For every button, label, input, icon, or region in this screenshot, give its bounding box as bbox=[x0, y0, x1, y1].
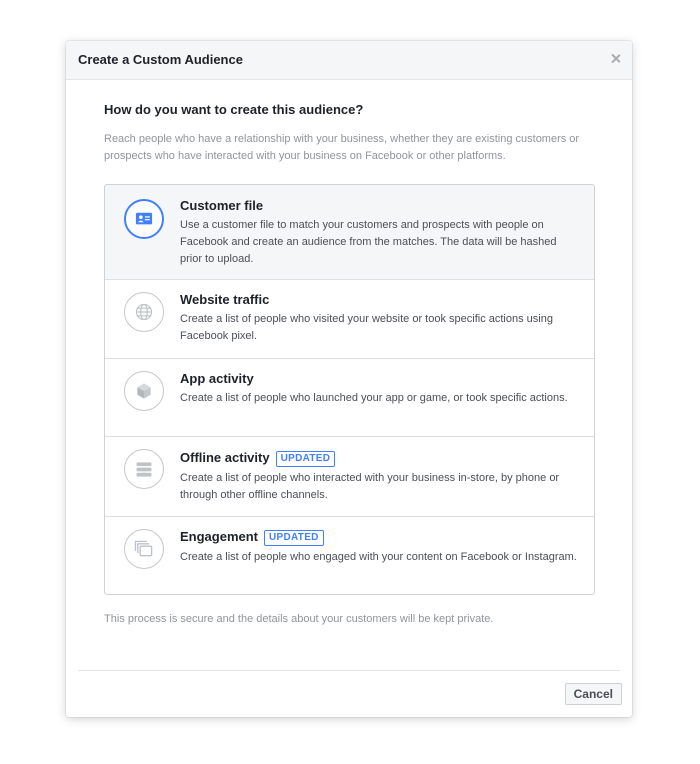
option-title: Website traffic bbox=[180, 292, 270, 307]
privacy-note: This process is secure and the details a… bbox=[104, 613, 494, 625]
option-title: Customer file bbox=[180, 198, 264, 213]
option-offline-activity[interactable]: Offline activity UPDATED Create a list of… bbox=[105, 437, 594, 517]
dialog-header: Create a Custom Audience bbox=[66, 41, 632, 80]
close-icon[interactable] bbox=[608, 51, 624, 67]
cancel-button[interactable]: Cancel bbox=[564, 683, 622, 705]
cube-icon bbox=[124, 371, 164, 411]
option-description: Create a list of people who engaged with… bbox=[180, 551, 577, 563]
option-description: Use a customer file to match your custom… bbox=[180, 219, 557, 265]
option-customer-file[interactable]: Customer file Use a customer file to mat… bbox=[105, 185, 594, 280]
contact-card-icon bbox=[124, 199, 164, 239]
updated-badge: UPDATED bbox=[275, 451, 336, 467]
option-engagement[interactable]: Engagement UPDATED Create a list of peopl… bbox=[105, 517, 594, 594]
layered-pages-icon bbox=[124, 529, 164, 569]
updated-badge: UPDATED bbox=[264, 530, 324, 546]
option-description: Create a list of people who launched you… bbox=[180, 392, 568, 404]
globe-icon bbox=[124, 292, 164, 332]
dialog-intro: Reach people who have a relationship wit… bbox=[104, 133, 580, 162]
stack-icon bbox=[124, 449, 164, 489]
option-app-activity[interactable]: App activity Create a list of people who… bbox=[105, 359, 594, 437]
option-title: Engagement UPDATED bbox=[180, 529, 324, 546]
option-title: Offline activity UPDATED bbox=[180, 450, 336, 467]
option-title: App activity bbox=[180, 371, 254, 386]
custom-audience-dialog: Create a Custom Audience How do you want… bbox=[66, 41, 632, 717]
option-description: Create a list of people who interacted w… bbox=[180, 472, 560, 501]
footer-divider bbox=[78, 670, 620, 671]
option-title-text: Offline activity bbox=[180, 450, 270, 465]
option-description: Create a list of people who visited your… bbox=[180, 313, 553, 342]
option-website-traffic[interactable]: Website traffic Create a list of people … bbox=[105, 280, 594, 359]
audience-source-list: Customer file Use a customer file to mat… bbox=[104, 184, 595, 595]
dialog-title: Create a Custom Audience bbox=[78, 52, 243, 67]
option-title-text: Engagement bbox=[180, 529, 259, 544]
dialog-question: How do you want to create this audience? bbox=[104, 102, 364, 117]
